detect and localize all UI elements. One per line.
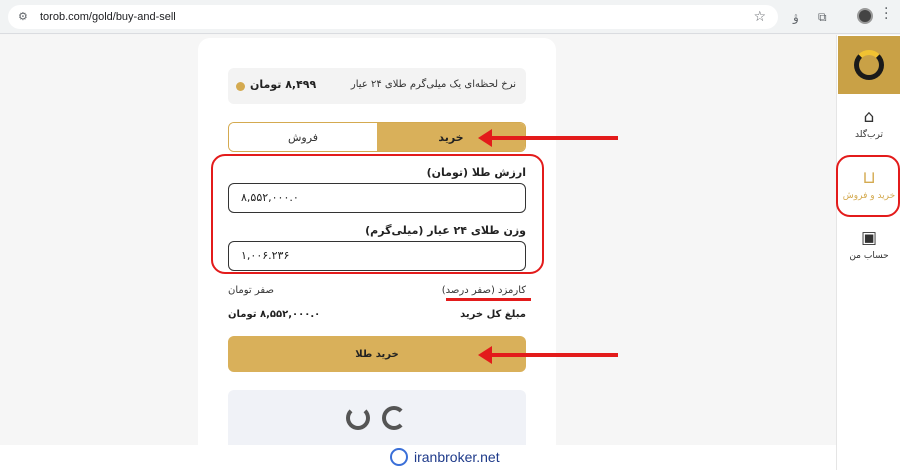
sidebar-item-home[interactable]: ⌂ ترب‌گلد <box>837 107 900 140</box>
site-settings-icon[interactable]: ⚙ <box>18 10 32 24</box>
id-card-icon: ▣ <box>860 228 878 248</box>
home-icon: ⌂ <box>863 107 875 127</box>
watermark-text: iranbroker.net <box>414 449 500 465</box>
address-bar[interactable]: ⚙ torob.com/gold/buy-and-sell ☆ <box>8 5 778 29</box>
sidebar-item-label: حساب من <box>849 251 889 261</box>
live-dot-icon <box>236 82 245 91</box>
torob-gold-logo[interactable] <box>838 36 900 94</box>
rate-value: ۸,۴۹۹ تومان <box>250 78 317 91</box>
menu-icon[interactable]: · · · <box>884 2 888 26</box>
form-highlight-box <box>211 154 544 274</box>
rate-label: نرخ لحظه‌ای یک میلی‌گرم طلای ۲۴ عیار <box>350 79 516 90</box>
sidebar-item-label: ترب‌گلد <box>855 130 883 140</box>
arrow-to-buy-button <box>478 346 618 364</box>
sidebar-highlight-box <box>836 155 900 217</box>
side-nav: ⌂ ترب‌گلد ⊔ خرید و فروش ▣ حساب من <box>836 35 900 470</box>
bookmark-star-icon[interactable]: ☆ <box>753 9 766 25</box>
live-rate-box: نرخ لحظه‌ای یک میلی‌گرم طلای ۲۴ عیار ۸,۴… <box>228 68 526 104</box>
sidebar-item-account[interactable]: ▣ حساب من <box>837 228 900 261</box>
arrow-to-buy-tab <box>478 129 618 147</box>
tab-sell[interactable]: فروش <box>229 123 377 151</box>
fee-underline <box>446 298 531 301</box>
gold-logo-icon <box>382 406 406 430</box>
browser-toolbar: ⚙ torob.com/gold/buy-and-sell ☆ ۋ ⧉ · · · <box>0 0 900 34</box>
watermark: iranbroker.net <box>390 448 500 466</box>
profile-avatar[interactable] <box>857 8 873 24</box>
fee-value: صفر تومان <box>228 285 274 296</box>
translate-icon[interactable]: ۋ <box>793 8 799 26</box>
logo-ring-icon <box>854 50 884 80</box>
total-value: ۸,۵۵۲,۰۰۰.۰ تومان <box>228 309 321 320</box>
url-text: torob.com/gold/buy-and-sell <box>40 11 176 23</box>
puzzle-icon[interactable]: ⧉ <box>818 8 827 26</box>
fee-label: کارمزد (صفر درصد) <box>441 285 526 296</box>
chart-logo-icon <box>390 448 408 466</box>
torob-logo-icon <box>346 406 370 430</box>
total-label: مبلغ کل خرید <box>460 309 526 320</box>
